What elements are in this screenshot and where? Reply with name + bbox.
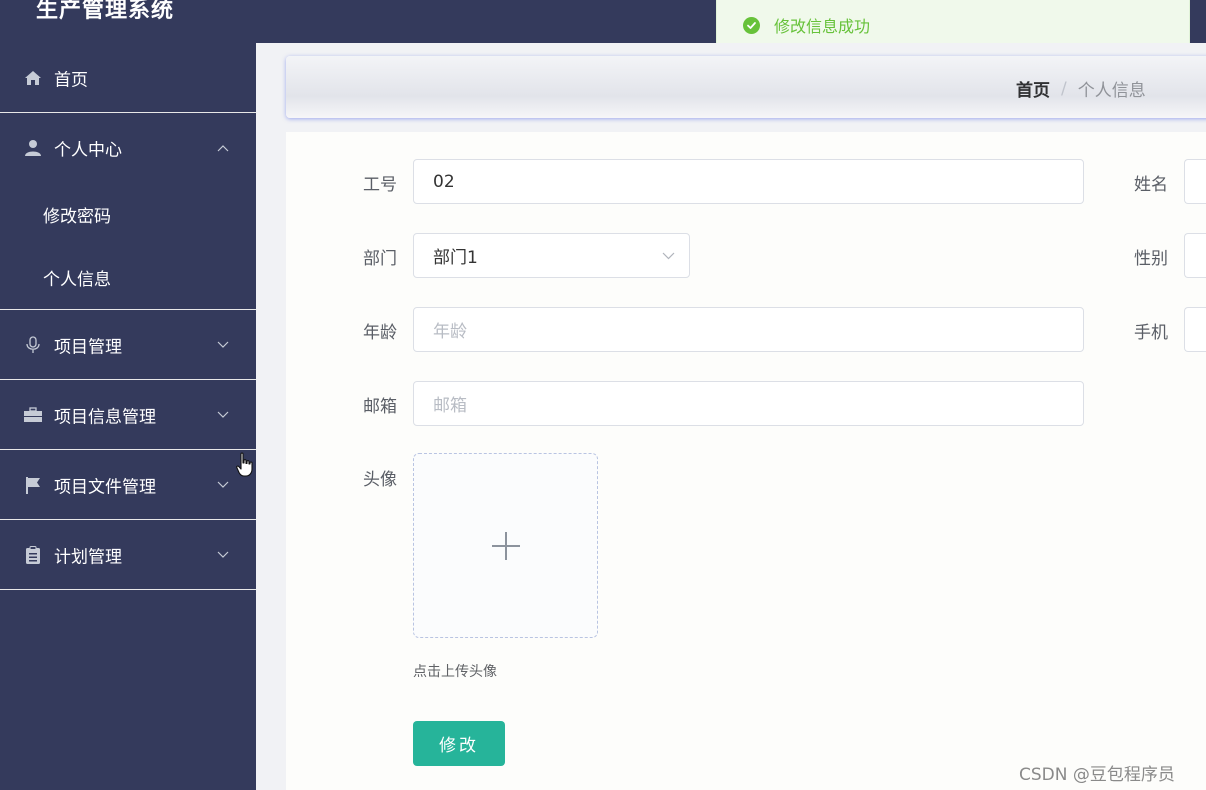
chevron-down-icon	[662, 252, 675, 259]
sidebar-item-project-file-management[interactable]: 项目文件管理	[0, 450, 256, 520]
submit-button[interactable]: 修改	[413, 721, 505, 766]
department-select[interactable]: 部门1	[413, 233, 690, 278]
chevron-down-icon	[217, 551, 229, 558]
sidebar-item-personal-center[interactable]: 个人中心	[0, 113, 256, 183]
phone-input[interactable]	[1184, 307, 1206, 352]
home-icon	[25, 70, 41, 85]
hand-cursor-icon	[236, 452, 253, 477]
gender-select[interactable]	[1184, 233, 1206, 278]
sidebar-item-project-info-management[interactable]: 项目信息管理	[0, 380, 256, 450]
microphone-icon	[26, 335, 40, 353]
sidebar-item-change-password[interactable]: 修改密码	[0, 183, 256, 246]
employee-id-input[interactable]: 02	[413, 159, 1084, 204]
sidebar-item-personal-info[interactable]: 个人信息	[0, 246, 256, 309]
sidebar-item-project-management[interactable]: 项目管理	[0, 310, 256, 380]
email-label: 邮箱	[363, 397, 397, 417]
breadcrumb-home[interactable]: 首页	[1016, 76, 1050, 101]
department-value: 部门1	[433, 248, 478, 268]
breadcrumb-separator: /	[1061, 78, 1067, 99]
breadcrumb: 首页 / 个人信息	[1016, 76, 1146, 102]
chevron-up-icon	[217, 145, 229, 152]
sidebar-item-home[interactable]: 首页	[0, 43, 256, 113]
plus-icon	[491, 531, 520, 560]
sidebar-item-label: 个人信息	[43, 270, 111, 290]
sidebar-item-label: 首页	[54, 70, 88, 90]
employee-id-value: 02	[433, 171, 455, 192]
clipboard-icon	[26, 545, 40, 564]
check-circle-icon	[743, 16, 760, 34]
toast-message: 修改信息成功	[774, 17, 871, 36]
sidebar-item-label: 修改密码	[43, 207, 111, 227]
breadcrumb-current: 个人信息	[1077, 81, 1146, 101]
age-label: 年龄	[363, 323, 397, 343]
sidebar-item-label: 个人中心	[54, 140, 122, 161]
sidebar-item-label: 项目文件管理	[54, 477, 156, 497]
avatar-upload[interactable]	[413, 453, 598, 638]
briefcase-icon	[24, 406, 42, 422]
department-label: 部门	[363, 249, 397, 269]
avatar-label: 头像	[363, 470, 397, 490]
avatar-upload-tip: 点击上传头像	[413, 664, 497, 680]
sidebar-item-label: 计划管理	[54, 547, 122, 567]
employee-id-label: 工号	[363, 175, 397, 195]
sidebar: 首页 个人中心 修改密码 个人信息 项目管理 项目信息管理 项目文件管理 计划管…	[0, 43, 256, 790]
sidebar-item-plan-management[interactable]: 计划管理	[0, 520, 256, 590]
age-placeholder: 年龄	[433, 322, 467, 342]
chevron-down-icon	[217, 481, 229, 488]
watermark: CSDN @豆包程序员	[1019, 765, 1175, 785]
flag-icon	[26, 476, 40, 494]
name-label: 姓名	[1134, 175, 1168, 195]
age-input[interactable]: 年龄	[413, 307, 1084, 352]
gender-label: 性别	[1134, 249, 1168, 269]
sidebar-item-label: 项目信息管理	[54, 407, 156, 427]
submenu-personal-center: 修改密码 个人信息	[0, 183, 256, 310]
email-input[interactable]: 邮箱	[413, 381, 1084, 426]
phone-label: 手机	[1134, 323, 1168, 343]
sidebar-item-label: 项目管理	[54, 337, 122, 357]
email-placeholder: 邮箱	[433, 396, 467, 416]
chevron-down-icon	[217, 341, 229, 348]
user-icon	[25, 140, 41, 156]
name-input[interactable]	[1184, 159, 1206, 204]
chevron-down-icon	[217, 411, 229, 418]
app-title: 生产管理系统	[36, 0, 175, 23]
